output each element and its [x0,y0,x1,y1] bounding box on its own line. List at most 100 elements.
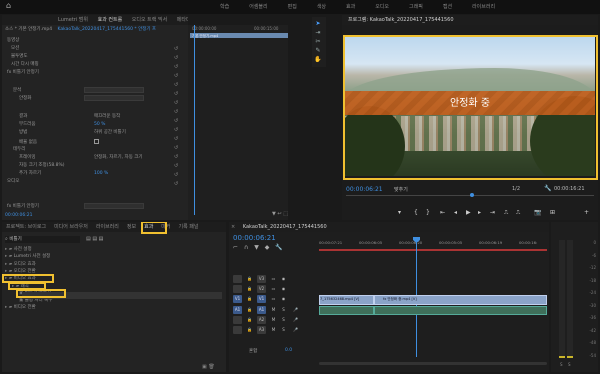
timeline-timecode[interactable]: 00:00:06:21 [233,234,276,242]
close-icon[interactable]: × [229,222,237,232]
smoothness-value[interactable]: 50 % [94,121,105,128]
reset-icon[interactable]: ↺ [174,99,184,108]
project-tab[interactable]: 미디어 브라우저 [50,222,92,232]
analyze-button-2[interactable] [84,203,144,209]
program-timecode[interactable]: 00:00:06:21 [346,186,383,193]
microphone-icon[interactable]: 🎤 [291,326,300,334]
track-name[interactable]: V2 [257,285,266,293]
ec-playhead[interactable] [194,25,195,215]
fx-row[interactable]: fx 비틀기 안정기 [7,203,39,210]
track-name[interactable]: V3 [257,275,266,283]
no-scale-checkbox[interactable] [94,139,99,144]
workspace-tab[interactable]: 효과 [346,4,355,10]
workspace-tab[interactable]: 캡션 [443,4,452,10]
project-tab[interactable]: 라이브러리 [92,222,123,232]
lock-icon[interactable]: 🔒 [245,316,254,324]
compare-icon[interactable]: ⊞ [550,208,555,218]
fx-row[interactable]: 배율 없음 [19,139,37,146]
solo-icon[interactable]: S [279,326,288,334]
workspace-tab[interactable]: 어셈블리 [249,4,267,10]
effect-controls-timecode[interactable]: 00:00:06:21 [5,212,32,219]
track-name[interactable]: V1 [257,295,266,303]
sync-lock-icon[interactable]: ▭ [269,285,278,293]
hand-tool-icon[interactable]: ✋ [314,56,322,64]
fx-row[interactable]: 부드러움 [19,121,36,128]
fx-row[interactable]: 자동 크기 조정(58.8%) [19,162,65,169]
workspace-tab[interactable]: 학습 [220,4,229,10]
step-forward-icon[interactable]: ▸ [478,208,481,218]
reset-icon[interactable]: ↺ [174,144,184,153]
lock-icon[interactable]: 🔒 [245,326,254,334]
go-to-out-icon[interactable]: ⇥ [490,208,495,218]
reset-icon[interactable]: ↺ [174,153,184,162]
method-value[interactable]: 하위 공간 비틀기 [94,129,126,136]
ripple-edit-tool-icon[interactable]: ✂ [314,38,322,46]
timeline-tool-icons[interactable]: ⌐ ∩ ▼ ◆ 🔧 [233,244,285,251]
solo-icon[interactable]: S [279,316,288,324]
workspace-tab[interactable]: 라이브러리 [472,4,495,10]
fx-row[interactable]: 불투명도 [11,53,28,60]
analyze-button[interactable] [84,87,144,93]
microphone-icon[interactable]: 🎤 [291,306,300,314]
microphone-icon[interactable]: 🎤 [291,316,300,324]
timeline-sequence-name[interactable]: KakaoTalk_20220417_175441560 [239,222,331,232]
source-patch-button[interactable]: V1 [233,295,242,303]
reset-icon[interactable]: ↺ [174,72,184,81]
track-name[interactable]: A3 [257,326,266,334]
reset-icon[interactable]: ↺ [174,180,184,189]
ec-filter-icons[interactable]: ▼ ↩ ⬚ [272,211,288,217]
result-value[interactable]: 매끄러운 동작 [94,113,120,120]
mark-out-icon[interactable]: { [414,208,418,218]
reset-icon[interactable]: ↺ [174,171,184,180]
source-patch-button[interactable] [233,316,242,324]
workspace-tab[interactable]: 그래픽 [409,4,423,10]
ec-clip-bar[interactable]: 기본 안정기.mp4 [190,33,288,38]
eye-icon[interactable]: ◉ [279,285,288,293]
effects-tree-item[interactable]: ▸ ▰ Lumetri 사전 설정 [5,253,50,260]
fx-row[interactable]: 프레이밍 [19,154,36,161]
project-tab[interactable]: 정보 [123,222,140,232]
solo-left[interactable]: S [560,362,563,367]
selection-tool-icon[interactable]: ➤ [314,20,322,28]
program-playhead[interactable] [470,193,474,197]
mute-icon[interactable]: M [269,306,278,314]
fx-row[interactable]: 추가 자르기 [19,170,41,177]
reset-icon[interactable]: ↺ [174,126,184,135]
fx-row[interactable]: 오디오 [7,178,19,185]
out-icon[interactable]: } [426,208,430,218]
reset-icon[interactable]: ↺ [174,54,184,63]
track-select-tool-icon[interactable]: ⇥ [314,29,322,37]
fx-row[interactable]: 동영상 [7,37,19,44]
project-tab[interactable]: 기록 패널 [175,222,203,232]
extra-crop-value[interactable]: 100 % [94,170,108,177]
workspace-tab[interactable]: 색상 [317,4,326,10]
wrench-icon[interactable]: 🔧 [544,185,551,192]
source-patch-button[interactable]: A1 [233,306,242,314]
reset-icon[interactable]: ↺ [174,162,184,171]
reset-icon[interactable]: ↺ [174,81,184,90]
effects-tree-item[interactable]: ▸ ▰ 오디오 효과 [5,261,36,268]
sync-lock-icon[interactable]: ▭ [269,275,278,283]
reset-icon[interactable]: ↺ [174,90,184,99]
extract-icon[interactable]: ⎍ [516,208,520,218]
reset-icon[interactable]: ↺ [174,63,184,72]
clip-a1-b[interactable] [374,306,547,315]
clip-v1-b[interactable]: fx 안정화 중.mp4 [V] [374,295,547,305]
add-button-icon[interactable]: + [584,208,589,218]
fx-row[interactable]: 모션 [11,45,19,52]
project-tab[interactable]: 프로젝트: 브이로그 [2,222,50,232]
fx-row[interactable]: 분석 [13,87,21,94]
mix-value[interactable]: 0.0 [285,348,292,353]
effects-search[interactable]: ⌕ 비틀기 [5,236,80,243]
lift-icon[interactable]: ⎍ [504,208,508,218]
reset-icon[interactable]: ↺ [174,135,184,144]
timeline-scrollbar[interactable] [319,362,547,365]
effects-tree-item[interactable]: ▸ ▰ 비디오 전환 [5,304,36,311]
timeline-ruler[interactable]: 00:00:07:21 00:00:06:05 00:00:06:20 00:00:0… [319,237,547,249]
pen-tool-icon[interactable]: ✎ [314,47,322,55]
eye-icon[interactable]: ◉ [279,275,288,283]
home-icon[interactable]: ⌂ [6,1,11,10]
workspace-tab[interactable]: 편집 [288,4,297,10]
step-back-icon[interactable]: ◂ [454,208,457,218]
solo-icon[interactable]: S [279,306,288,314]
